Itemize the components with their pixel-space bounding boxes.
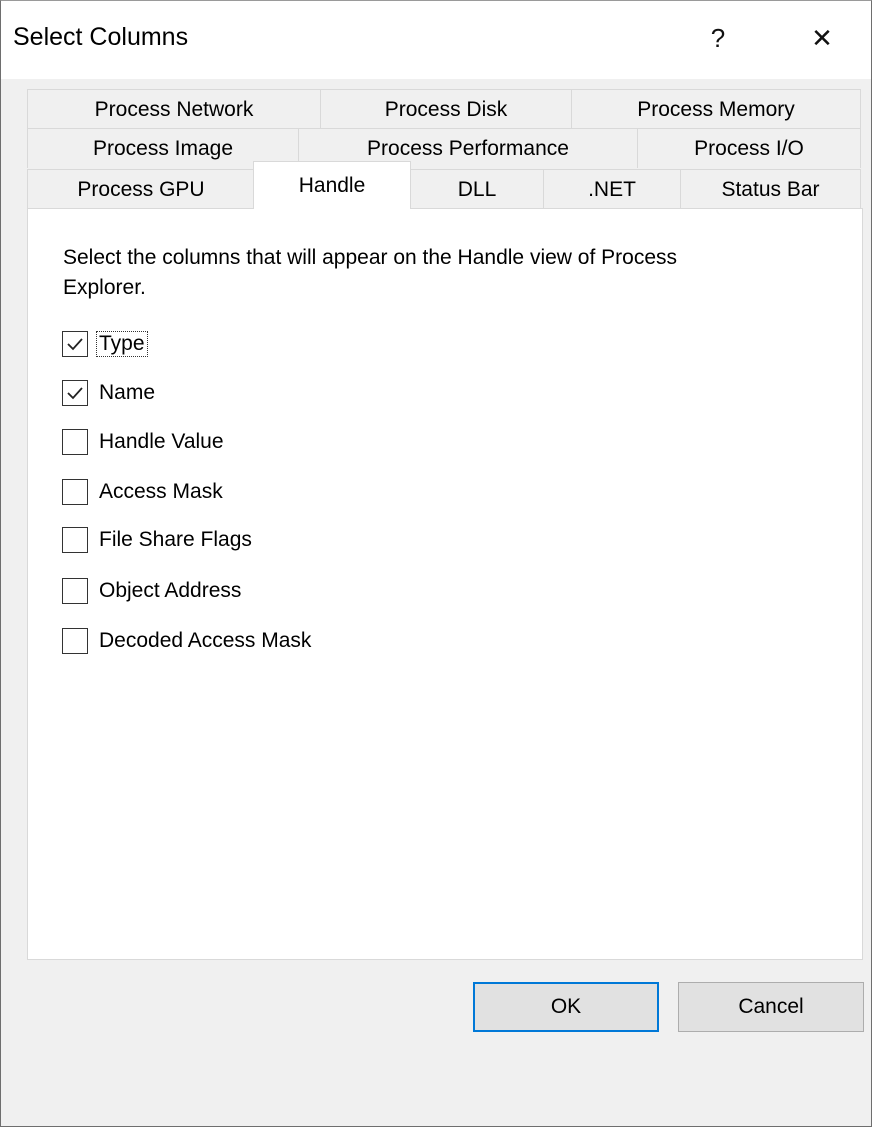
option-handle-value[interactable]: Handle Value	[62, 427, 226, 457]
option-object-address[interactable]: Object Address	[62, 576, 243, 606]
help-button[interactable]: ?	[687, 9, 749, 67]
access-mask-checkbox[interactable]	[62, 479, 88, 505]
select-columns-dialog: Select Columns ? ✕ Process Network Proce…	[0, 0, 872, 1127]
type-label: Type	[96, 331, 148, 357]
checkmark-icon	[67, 338, 83, 351]
object-address-label: Object Address	[99, 579, 242, 602]
decoded-access-mask-label: Decoded Access Mask	[99, 629, 312, 652]
tab-handle[interactable]: Handle	[253, 161, 411, 209]
help-icon: ?	[710, 22, 726, 53]
decoded-access-mask-checkbox[interactable]	[62, 628, 88, 654]
name-checkbox[interactable]	[62, 380, 88, 406]
handle-tab-panel: Select the columns that will appear on t…	[27, 208, 863, 960]
tab-dll[interactable]: DLL	[410, 169, 544, 209]
title-bar: Select Columns ? ✕	[1, 1, 871, 79]
type-checkbox[interactable]	[62, 331, 88, 357]
option-access-mask[interactable]: Access Mask	[62, 477, 225, 507]
close-button[interactable]: ✕	[791, 9, 853, 67]
file-share-flags-checkbox[interactable]	[62, 527, 88, 553]
handle-value-checkbox[interactable]	[62, 429, 88, 455]
dialog-title: Select Columns	[13, 23, 189, 51]
cancel-button[interactable]: Cancel	[678, 982, 864, 1032]
panel-description: Select the columns that will appear on t…	[63, 246, 677, 299]
tab-process-disk[interactable]: Process Disk	[320, 89, 572, 129]
tab-process-network[interactable]: Process Network	[27, 89, 321, 129]
option-type[interactable]: Type	[62, 329, 148, 359]
name-label: Name	[99, 381, 156, 404]
tab-process-gpu[interactable]: Process GPU	[27, 169, 255, 209]
option-decoded-access-mask[interactable]: Decoded Access Mask	[62, 626, 313, 656]
object-address-checkbox[interactable]	[62, 578, 88, 604]
ok-button[interactable]: OK	[473, 982, 659, 1032]
tab-status-bar[interactable]: Status Bar	[680, 169, 861, 209]
access-mask-label: Access Mask	[99, 480, 223, 503]
option-file-share-flags[interactable]: File Share Flags	[62, 525, 254, 555]
close-icon: ✕	[811, 22, 833, 53]
file-share-flags-label: File Share Flags	[99, 528, 252, 551]
tab-process-memory[interactable]: Process Memory	[571, 89, 861, 129]
tab-process-io[interactable]: Process I/O	[637, 128, 861, 168]
tab-dotnet[interactable]: .NET	[543, 169, 681, 209]
checkmark-icon	[67, 387, 83, 400]
handle-value-label: Handle Value	[99, 430, 224, 453]
option-name[interactable]: Name	[62, 378, 157, 408]
